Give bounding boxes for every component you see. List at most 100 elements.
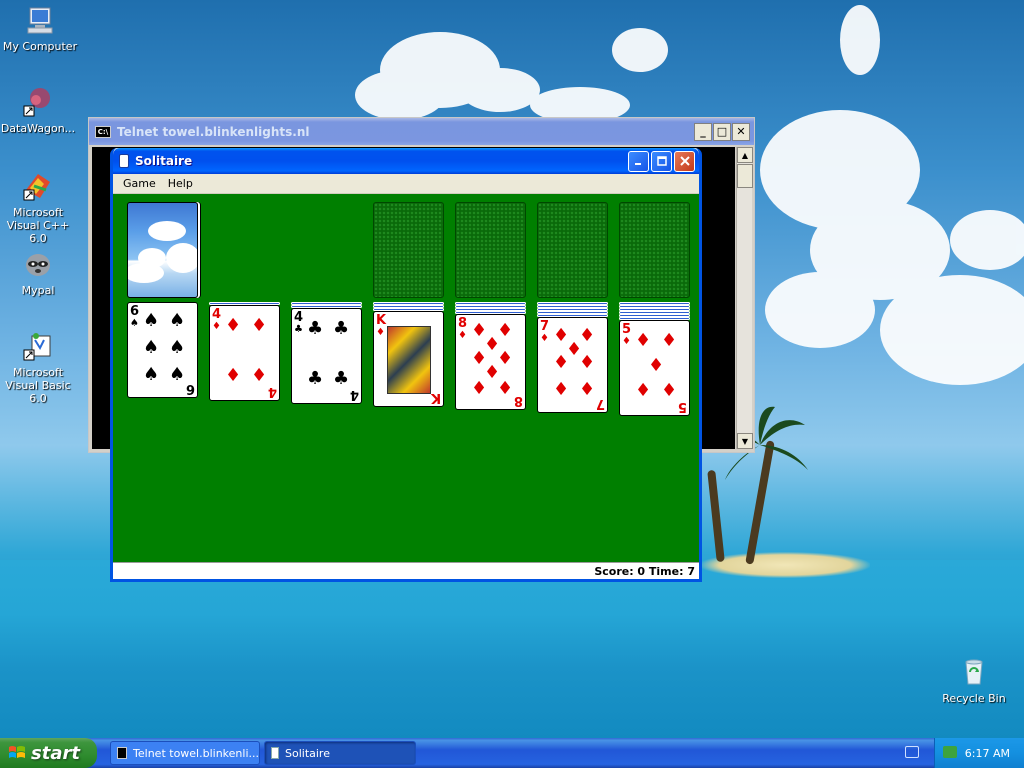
card-pip-icon: ♦ [251,365,268,386]
tableau-card[interactable]: 5 ♦ 5 ♦ ♦ ♦ ♦ ♦ [619,320,690,416]
tableau-card[interactable]: K ♦ K [373,311,444,407]
solitaire-card-icon [271,747,279,759]
desktop-icon-label: Microsoft Visual C++ 6.0 [6,206,70,245]
foundation-slot[interactable] [619,202,690,298]
game-table: 6 ♠ 6 ♠ ♠ ♠ ♠ ♠ ♠ 4 ♦ 4 ♦ ♦ ♦ ♦ 4 ♣ 4 ♣ ♣ ♣ ♣ K ♦ K 8 ♦ 8 ♦ ♦ ♦ ♦ ♦ ♦ ♦ ♦ 7 ♦ 7… [113,194,699,562]
card-suit-icon: ♦ [458,330,467,341]
card-suit-icon: ♦ [540,333,549,344]
desktop-icon-visual-basic[interactable]: Microsoft Visual Basic 6.0 [0,330,78,405]
telnet-scrollbar[interactable]: ▲ ▼ [736,147,753,449]
stock-pile[interactable] [127,202,198,298]
desktop-icon-datawagon[interactable]: DataWagon... [0,86,78,135]
card-pip-icon: ♦ [497,378,514,399]
card-rank: 6 [185,381,195,396]
card-pip-icon: ♦ [553,379,570,400]
maximize-icon[interactable] [651,150,672,172]
tableau-card[interactable]: 6 ♠ 6 ♠ ♠ ♠ ♠ ♠ ♠ [127,302,198,398]
solitaire-app-icon [119,154,129,168]
desktop-icon-mypal[interactable]: Mypal [0,248,78,297]
card-suit-icon: ♠ [130,318,139,329]
tableau-card[interactable]: 4 ♣ 4 ♣ ♣ ♣ ♣ [291,308,362,404]
start-button[interactable]: start [0,738,97,768]
card-pip-icon: ♦ [579,379,596,400]
telnet-title-bar[interactable]: C:\ Telnet towel.blinkenlights.nl _ □ ✕ [89,118,754,145]
card-pip-icon: ♣ [333,368,350,389]
card-rank: 8 [458,316,468,331]
card-pip-icon: ♦ [471,378,488,399]
telnet-maximize-button[interactable]: □ [713,122,731,141]
foundation-slot[interactable] [373,202,444,298]
my-computer-icon [27,7,53,34]
visual-basic-icon [23,333,51,361]
tableau-card[interactable]: 8 ♦ 8 ♦ ♦ ♦ ♦ ♦ ♦ ♦ ♦ [455,314,526,410]
solitaire-window[interactable]: Solitaire Game Help 6 ♠ 6 ♠ ♠ ♠ ♠ ♠ ♠ 4 ♦ 4 ♦ ♦ ♦ ♦ 4 ♣ 4 ♣… [110,148,702,582]
card-rank: 4 [267,384,277,399]
solitaire-menu-bar: Game Help [113,174,699,194]
card-rank: 4 [294,310,304,325]
card-pip-icon: ♠ [169,364,186,385]
card-rank: 4 [349,387,359,402]
clock: 6:17 AM [964,746,1010,760]
card-pip-icon: ♦ [553,352,570,373]
card-rank: K [376,313,387,328]
card-pip-icon: ♦ [225,315,242,336]
card-pip-icon: ♠ [143,337,160,358]
desktop-icon-label: DataWagon... [0,122,76,135]
taskbar: start Telnet towel.blinkenli... Solitair… [0,738,1024,768]
telnet-title: Telnet towel.blinkenlights.nl [117,124,310,139]
taskbar-button-label: Telnet towel.blinkenli... [133,746,259,760]
recycle-bin-icon [965,659,983,685]
card-pip-icon: ♠ [143,364,160,385]
card-rank: 8 [513,393,523,408]
card-pip-icon: ♠ [169,310,186,331]
solitaire-title-bar[interactable]: Solitaire [113,148,699,174]
card-pip-icon: ♦ [225,365,242,386]
taskbar-button-telnet[interactable]: Telnet towel.blinkenli... [110,741,260,765]
desktop-icon-my-computer[interactable]: My Computer [0,4,80,53]
card-pip-icon: ♦ [635,330,652,351]
telnet-close-button[interactable]: ✕ [732,122,750,141]
card-pip-icon: ♠ [169,337,186,358]
card-suit-icon: ♣ [294,324,303,335]
card-rank: 5 [677,399,687,414]
card-suit-icon: ♦ [212,321,221,332]
windows-flag-icon [9,746,25,758]
card-pip-icon: ♦ [661,330,678,351]
telnet-minimize-button[interactable]: _ [694,122,712,141]
card-pip-icon: ♣ [307,318,324,339]
card-pip-icon: ♦ [635,380,652,401]
score-time-text: Score: 0 Time: 7 [594,564,695,578]
card-suit-icon: ♦ [376,327,385,338]
card-pip-icon: ♦ [661,380,678,401]
datawagon-icon [23,88,50,117]
console-icon [117,747,128,759]
keyboard-icon[interactable] [905,746,919,758]
foundation-slot[interactable] [455,202,526,298]
card-pip-icon: ♦ [648,355,665,376]
card-pip-icon: ♦ [579,352,596,373]
minimize-icon[interactable] [628,150,649,172]
menu-game[interactable]: Game [117,175,162,192]
mypal-raccoon-icon [26,254,50,276]
desktop-icon-recycle-bin[interactable]: Recycle Bin [934,656,1014,705]
scroll-thumb[interactable] [737,164,753,188]
desktop-icon-label: Microsoft Visual Basic 6.0 [5,366,71,405]
card-rank: 4 [212,307,222,322]
network-icon[interactable] [943,746,957,758]
close-icon[interactable] [674,150,695,172]
card-pip-icon: ♣ [307,368,324,389]
card-rank: 6 [130,304,140,319]
tableau-card[interactable]: 7 ♦ 7 ♦ ♦ ♦ ♦ ♦ ♦ ♦ [537,317,608,413]
console-icon: C:\ [95,125,111,138]
taskbar-button-solitaire[interactable]: Solitaire [264,741,416,765]
start-label: start [31,742,80,764]
king-face-art [387,326,431,394]
desktop-icon-visual-cpp[interactable]: Microsoft Visual C++ 6.0 [0,170,78,245]
scroll-down-icon[interactable]: ▼ [737,433,753,449]
menu-help[interactable]: Help [162,175,199,192]
tableau-card[interactable]: 4 ♦ 4 ♦ ♦ ♦ ♦ [209,305,280,401]
card-pip-icon: ♠ [143,310,160,331]
card-pip-icon: ♣ [333,318,350,339]
scroll-up-icon[interactable]: ▲ [737,147,753,163]
foundation-slot[interactable] [537,202,608,298]
